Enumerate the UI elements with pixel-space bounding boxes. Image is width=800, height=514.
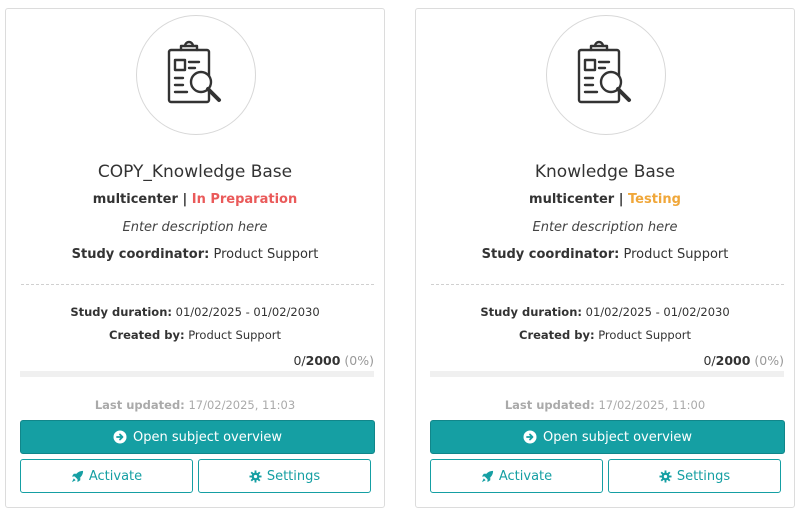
arrow-circle-right-icon <box>113 430 127 444</box>
study-card: COPY_Knowledge Base multicenter | In Pre… <box>5 8 385 508</box>
progress-bar <box>430 371 784 377</box>
study-description: Enter description here <box>532 220 678 235</box>
activate-label: Activate <box>88 468 143 484</box>
status-badge: In Preparation <box>191 192 298 207</box>
divider <box>21 284 374 285</box>
updated-label: Last updated: <box>504 398 595 412</box>
enrolled-value: 0 <box>293 353 302 368</box>
status-badge: Testing <box>628 192 681 207</box>
target-value: 2000 <box>715 353 751 368</box>
created-value: Product Support <box>188 328 281 342</box>
activate-label: Activate <box>498 468 553 484</box>
progress-bar <box>20 371 374 377</box>
open-subject-overview-label: Open subject overview <box>542 429 693 445</box>
updated-value: 17/02/2025, 11:03 <box>188 398 296 412</box>
study-icon-circle <box>546 15 666 135</box>
study-coordinator: Study coordinator: Product Support <box>6 247 384 262</box>
duration-label: Study duration: <box>480 305 582 319</box>
target-value: 2000 <box>305 353 341 368</box>
coordinator-label: Study coordinator: <box>481 247 620 262</box>
gear-icon <box>249 469 262 483</box>
open-subject-overview-button[interactable]: Open subject overview <box>20 420 375 454</box>
coordinator-label: Study coordinator: <box>71 247 210 262</box>
activate-button[interactable]: Activate <box>20 459 193 493</box>
enrolled-value: 0 <box>703 353 712 368</box>
created-by: Created by: Product Support <box>416 328 794 342</box>
study-description: Enter description here <box>122 220 268 235</box>
study-title: COPY_Knowledge Base <box>97 162 293 182</box>
enrollment-count: 0/2000 (0%) <box>703 353 784 368</box>
study-coordinator: Study coordinator: Product Support <box>416 247 794 262</box>
created-label: Created by: <box>109 328 185 342</box>
arrow-circle-right-icon <box>523 430 537 444</box>
study-type: multicenter <box>529 192 615 207</box>
study-type: multicenter <box>92 192 178 207</box>
coordinator-value: Product Support <box>623 247 729 262</box>
enrollment-count: 0/2000 (0%) <box>293 353 374 368</box>
meta-separator: | <box>177 192 192 207</box>
clipboard-search-icon <box>577 40 631 104</box>
study-meta: multicenter | Testing <box>416 192 794 207</box>
created-value: Product Support <box>598 328 691 342</box>
settings-label: Settings <box>676 468 731 484</box>
divider <box>431 284 784 285</box>
duration-label: Study duration: <box>70 305 172 319</box>
open-subject-overview-button[interactable]: Open subject overview <box>430 420 785 454</box>
study-title: Knowledge Base <box>534 162 676 182</box>
duration-value: 01/02/2025 - 01/02/2030 <box>585 305 730 319</box>
settings-label: Settings <box>266 468 321 484</box>
percent-value: (0%) <box>754 353 784 368</box>
study-card: Knowledge Base multicenter | Testing Ent… <box>415 8 795 508</box>
settings-button[interactable]: Settings <box>608 459 781 493</box>
rocket-icon <box>481 470 493 482</box>
open-subject-overview-label: Open subject overview <box>132 429 283 445</box>
activate-button[interactable]: Activate <box>430 459 603 493</box>
study-icon-circle <box>136 15 256 135</box>
study-duration: Study duration: 01/02/2025 - 01/02/2030 <box>6 305 384 319</box>
updated-label: Last updated: <box>94 398 185 412</box>
created-by: Created by: Product Support <box>6 328 384 342</box>
settings-button[interactable]: Settings <box>198 459 371 493</box>
coordinator-value: Product Support <box>213 247 319 262</box>
meta-separator: | <box>614 192 629 207</box>
updated-value: 17/02/2025, 11:00 <box>598 398 706 412</box>
last-updated: Last updated: 17/02/2025, 11:03 <box>6 398 384 412</box>
rocket-icon <box>71 470 83 482</box>
duration-value: 01/02/2025 - 01/02/2030 <box>175 305 320 319</box>
study-meta: multicenter | In Preparation <box>6 192 384 207</box>
last-updated: Last updated: 17/02/2025, 11:00 <box>416 398 794 412</box>
study-duration: Study duration: 01/02/2025 - 01/02/2030 <box>416 305 794 319</box>
percent-value: (0%) <box>344 353 374 368</box>
gear-icon <box>659 469 672 483</box>
clipboard-search-icon <box>167 40 221 104</box>
created-label: Created by: <box>519 328 595 342</box>
